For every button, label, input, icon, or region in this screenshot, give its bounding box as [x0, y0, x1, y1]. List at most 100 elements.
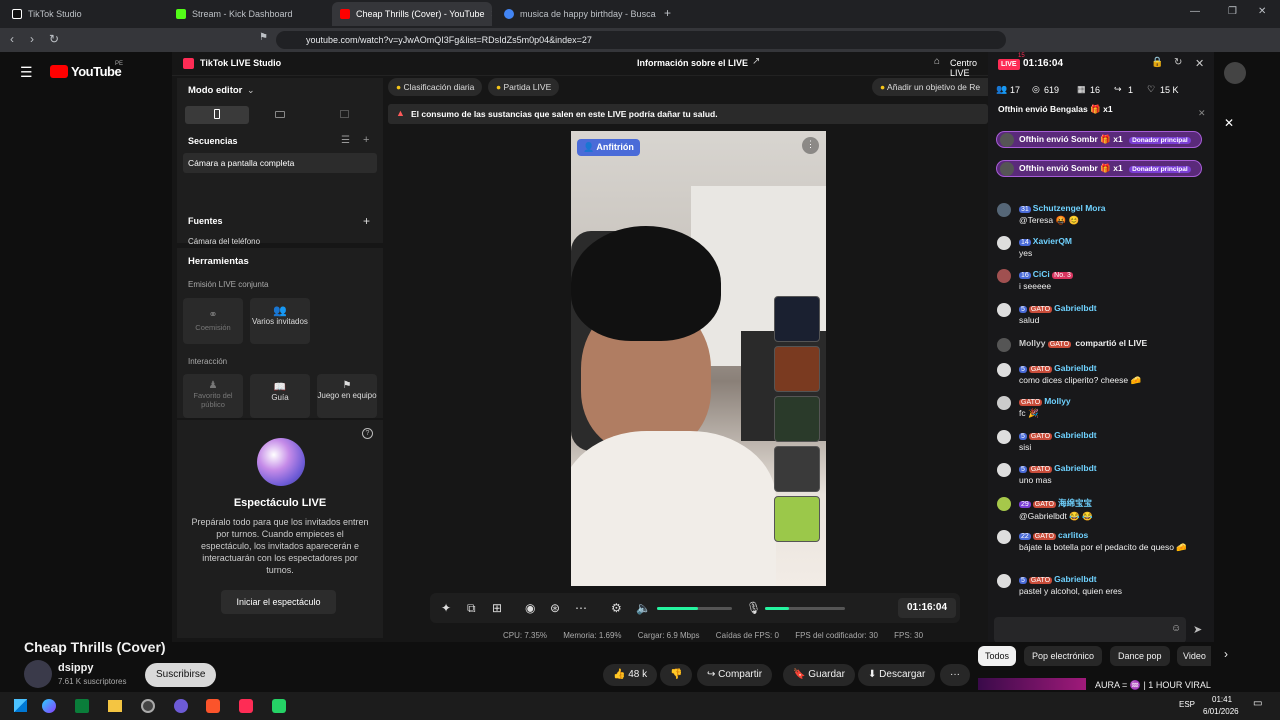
language-indicator[interactable]: ESP	[1179, 700, 1195, 709]
chat-message[interactable]: GATO Mollyy fc 🎉	[997, 396, 1202, 419]
notification-icon[interactable]: ▭	[1253, 698, 1262, 709]
list-icon[interactable]: ☰	[341, 135, 350, 146]
username[interactable]: Gabrielbdt	[1054, 463, 1097, 473]
username[interactable]: Gabrielbdt	[1054, 574, 1097, 584]
subscribe-button[interactable]: Suscribirse	[145, 663, 217, 687]
close-tab-icon[interactable]: ✕	[491, 9, 492, 20]
back-icon[interactable]: ‹	[10, 32, 14, 46]
maximize-icon[interactable]: ❐	[1228, 6, 1237, 17]
chat-message[interactable]: 14 XavierQM yes	[997, 236, 1202, 258]
clock-date[interactable]: 6/01/2026	[1203, 707, 1239, 716]
forward-icon[interactable]: ›	[30, 32, 34, 46]
refresh-icon[interactable]: ↻	[1174, 57, 1182, 68]
new-tab-button[interactable]: +	[664, 6, 671, 20]
mode-editor[interactable]: Modo editor	[188, 85, 242, 96]
microphone-icon[interactable]: 🎙	[746, 601, 761, 615]
source-item[interactable]: Cámara del teléfono	[188, 237, 260, 246]
channel-name[interactable]: dsippy	[58, 662, 93, 674]
clock-time[interactable]: 01:41	[1212, 695, 1232, 704]
chat-message[interactable]: 5 GATO Gabrielbdt uno mas	[997, 463, 1202, 485]
reload-icon[interactable]: ↻	[49, 32, 59, 46]
recommended-title[interactable]: AURA = ♒ | 1 HOUR VIRAL	[1095, 680, 1211, 691]
username[interactable]: Gabrielbdt	[1054, 363, 1097, 373]
username[interactable]: Gabrielbdt	[1054, 430, 1097, 440]
chevron-right-icon[interactable]: ›	[1224, 647, 1228, 661]
cohost-button[interactable]: ⚭ Coemisión	[183, 298, 243, 344]
obs-icon[interactable]	[141, 699, 155, 713]
username[interactable]: carlitos	[1058, 530, 1088, 540]
camera-flip-icon[interactable]: ⊛	[550, 601, 560, 615]
whatsapp-icon[interactable]	[272, 699, 286, 713]
chat-message[interactable]: 5 GATO Gabrielbdt como dices cliperito? che…	[997, 363, 1202, 386]
tab-kick-dashboard[interactable]: Stream - Kick Dashboard	[168, 2, 328, 26]
username[interactable]: 海绵宝宝	[1058, 498, 1092, 508]
tab-search[interactable]: musica de happy birthday - Buscar c	[496, 2, 656, 26]
chat-message[interactable]: 22 GATO carlitos bájate la botella por el p…	[997, 530, 1202, 553]
username[interactable]: CiCi	[1033, 269, 1050, 279]
filter-video[interactable]: Video	[1177, 646, 1211, 666]
dismiss-icon[interactable]: ✕	[1198, 108, 1206, 119]
screen-icon[interactable]: ⧉	[467, 601, 476, 616]
more-options-icon[interactable]: ⋮	[802, 137, 819, 154]
send-icon[interactable]: ➤	[1193, 623, 1202, 636]
record-icon[interactable]: ◉	[525, 601, 535, 615]
filter-all[interactable]: Todos	[978, 646, 1017, 666]
start-icon[interactable]	[14, 699, 27, 712]
share-icon[interactable]: ↗	[752, 56, 760, 67]
hamburger-menu-icon[interactable]: ☰	[20, 64, 33, 81]
download-button[interactable]: ⬇ Descargar	[858, 664, 936, 686]
save-button[interactable]: 🔖 Guardar	[783, 664, 855, 686]
add-goal-chip[interactable]: ● Añadir un objetivo de Re	[872, 78, 988, 96]
dual-icon[interactable]	[340, 110, 349, 118]
magic-wand-icon[interactable]: ✦	[441, 601, 451, 615]
address-bar[interactable]: youtube.com/watch?v=yJwAOmQI3Fg&list=RDs…	[276, 31, 1006, 49]
copilot-icon[interactable]	[42, 699, 56, 713]
youtube-logo-icon[interactable]	[50, 65, 68, 78]
live-match-chip[interactable]: ● Partida LIVE	[488, 78, 560, 96]
close-window-icon[interactable]: ✕	[1258, 6, 1266, 17]
more-actions-button[interactable]: ···	[940, 664, 970, 686]
tab-youtube[interactable]: Cheap Thrills (Cover) - YouTube ✕	[332, 2, 492, 26]
team-game-button[interactable]: ⚑ Juego en equipo	[317, 374, 377, 418]
folder-icon[interactable]	[108, 700, 122, 712]
minimize-icon[interactable]: —	[1190, 6, 1200, 17]
recommended-thumbnail[interactable]	[978, 678, 1086, 690]
username[interactable]: Schutzengel Mora	[1033, 203, 1106, 213]
lock-icon[interactable]: 🔒	[1151, 57, 1163, 68]
brave-icon[interactable]	[206, 699, 220, 713]
close-chat-icon[interactable]: ✕	[1195, 57, 1204, 70]
username[interactable]: Gabrielbdt	[1054, 303, 1097, 313]
chat-message[interactable]: Mollyy GATO compartió el LIVE	[997, 338, 1202, 352]
filter-electropop[interactable]: Pop electrónico	[1024, 646, 1103, 666]
chat-input[interactable]: ☺	[994, 617, 1186, 643]
guest-slot-2[interactable]	[774, 346, 820, 392]
close-icon[interactable]: ✕	[1224, 116, 1234, 130]
chat-message[interactable]: 5 GATO Gabrielbdt sisi	[997, 430, 1202, 452]
chat-message[interactable]: 29 GATO 海绵宝宝 @Gabrielbdt 😂 😂	[997, 497, 1202, 522]
tiktok-icon[interactable]	[239, 699, 253, 713]
avatar[interactable]	[1224, 62, 1246, 84]
discord-icon[interactable]	[174, 699, 188, 713]
filter-dance-pop[interactable]: Dance pop	[1110, 646, 1170, 666]
centro-live[interactable]: Centro LIVE	[950, 58, 988, 78]
multi-guest-button[interactable]: 👥 Varios invitados	[250, 298, 310, 344]
store-icon[interactable]	[75, 699, 89, 713]
more-icon[interactable]: ⋯	[575, 601, 587, 615]
emoji-icon[interactable]: ☺	[1171, 623, 1181, 634]
help-icon[interactable]: ?	[362, 428, 373, 439]
guest-slot-1[interactable]	[774, 296, 820, 342]
guest-slot-5[interactable]	[774, 496, 820, 542]
chevron-down-icon[interactable]: ⌄	[247, 85, 255, 96]
add-icon[interactable]: +	[363, 134, 369, 146]
tab-tiktok-studio[interactable]: TikTok Studio	[4, 2, 164, 26]
youtube-logo[interactable]: YouTube	[71, 64, 122, 79]
live-info-title[interactable]: Información sobre el LIVE	[637, 58, 748, 68]
start-show-button[interactable]: Iniciar el espectáculo	[221, 590, 336, 614]
like-button[interactable]: 👍 48 k	[603, 664, 658, 686]
dislike-button[interactable]: 👎	[660, 664, 693, 686]
layout-icon[interactable]: ⊞	[492, 601, 502, 615]
share-button[interactable]: ↪ Compartir	[697, 664, 773, 686]
avatar[interactable]	[24, 660, 52, 688]
mic-slider[interactable]	[765, 607, 845, 610]
guide-button[interactable]: 📖 Guía	[250, 374, 310, 418]
